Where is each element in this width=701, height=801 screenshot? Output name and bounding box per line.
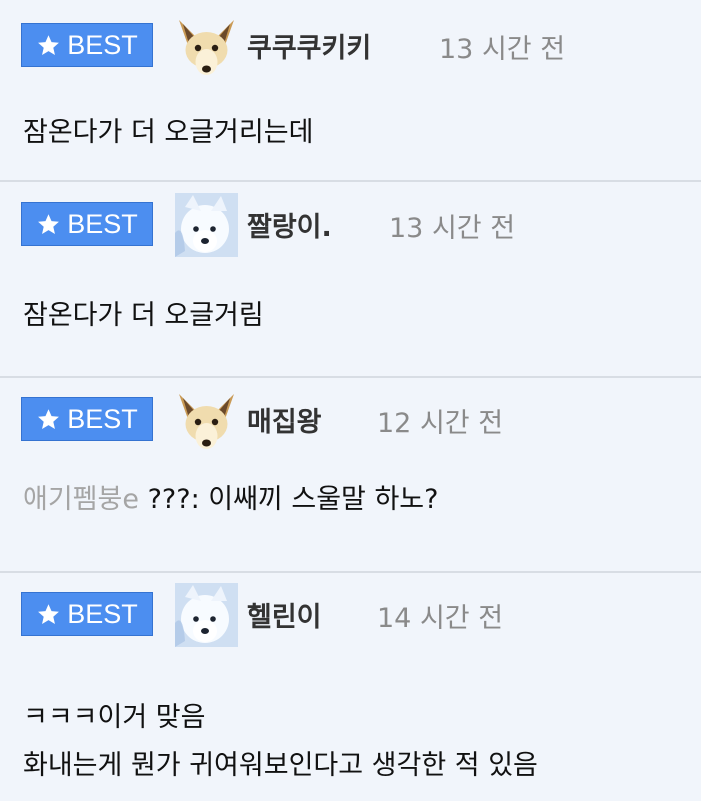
comment-header: BEST 짤랑이. 13 시간 전 — [0, 193, 701, 257]
mention-link[interactable]: 애기펨붕e — [23, 484, 139, 515]
comment-text-line: 잠온다가 더 오글거리는데 — [23, 117, 314, 148]
fennec-fox-avatar-icon — [175, 14, 238, 78]
comment-text-line: 화내는게 뭔가 귀여워보인다고 생각한 적 있음 — [23, 750, 538, 781]
comment-header: BEST 헬린이 14 시간 전 — [0, 583, 701, 647]
comment-text-line: 애기펨붕e ???: 이쌔끼 스울말 하노? — [23, 476, 438, 524]
comment-timestamp: 12 시간 전 — [377, 408, 504, 439]
author-name[interactable]: 매집왕 — [247, 400, 322, 439]
comment-text-line: 잠온다가 더 오글거림 — [23, 300, 264, 331]
comment-text: ???: 이쌔끼 스울말 하노? — [147, 484, 439, 515]
comment-body: 잠온다가 더 오글거리는데 — [23, 109, 313, 157]
best-badge: BEST — [21, 397, 153, 441]
comment-body: 애기펨붕e ???: 이쌔끼 스울말 하노? — [23, 476, 438, 524]
best-badge-label: BEST — [67, 598, 138, 629]
comment-list: BEST 쿠쿠쿠키키 13 시간 전 잠온다가 더 오글거리는데 BEST 짤랑… — [0, 0, 701, 801]
comment-text-line: ㅋㅋㅋ이거 맞음 — [23, 702, 206, 733]
star-icon — [36, 33, 61, 58]
best-badge: BEST — [21, 202, 153, 246]
star-icon — [36, 602, 61, 627]
comment-header: BEST 쿠쿠쿠키키 13 시간 전 — [0, 14, 701, 78]
comment-body: 잠온다가 더 오글거림 — [23, 292, 264, 340]
author-name[interactable]: 쿠쿠쿠키키 — [247, 26, 371, 65]
comment-item: BEST 짤랑이. 13 시간 전 잠온다가 더 오글거림 — [0, 182, 701, 378]
white-dog-avatar-icon — [175, 583, 238, 647]
comment-timestamp: 14 시간 전 — [377, 603, 504, 634]
best-badge-label: BEST — [67, 208, 138, 239]
comment-timestamp: 13 시간 전 — [439, 34, 566, 65]
author-name[interactable]: 헬린이 — [247, 595, 322, 634]
best-badge: BEST — [21, 23, 153, 67]
best-badge-label: BEST — [67, 403, 138, 434]
star-icon — [36, 407, 61, 432]
star-icon — [36, 212, 61, 237]
comment-item: BEST 매집왕 12 시간 전 애기펨붕e ???: 이쌔끼 스울말 하노? — [0, 378, 701, 573]
comment-body: ㅋㅋㅋ이거 맞음 화내는게 뭔가 귀여워보인다고 생각한 적 있음 — [23, 694, 538, 790]
avatar[interactable] — [175, 583, 238, 647]
best-badge-label: BEST — [67, 29, 138, 60]
comment-timestamp: 13 시간 전 — [389, 213, 516, 244]
avatar[interactable] — [175, 388, 238, 452]
comment-item: BEST 쿠쿠쿠키키 13 시간 전 잠온다가 더 오글거리는데 — [0, 0, 701, 182]
avatar[interactable] — [175, 14, 238, 78]
fennec-fox-avatar-icon — [175, 388, 238, 452]
best-badge: BEST — [21, 592, 153, 636]
comment-item: BEST 헬린이 14 시간 전 ㅋㅋㅋ이거 맞음 화내는게 뭔가 귀여워보인다… — [0, 573, 701, 801]
white-dog-avatar-icon — [175, 193, 238, 257]
comment-header: BEST 매집왕 12 시간 전 — [0, 388, 701, 452]
avatar[interactable] — [175, 193, 238, 257]
author-name[interactable]: 짤랑이. — [247, 205, 332, 244]
